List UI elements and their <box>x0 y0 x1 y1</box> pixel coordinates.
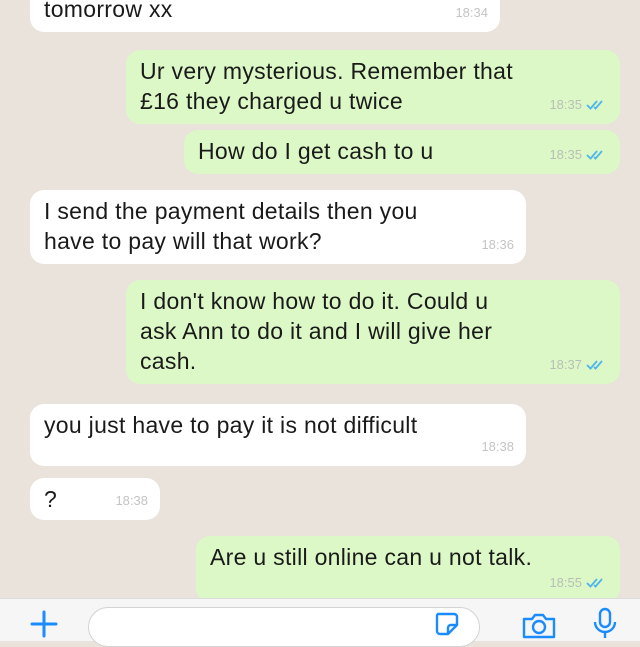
outgoing-message[interactable]: I don't know how to do it. Could u ask A… <box>126 280 620 384</box>
message-time: 18:38 <box>115 493 148 508</box>
message-time: 18:34 <box>455 5 488 20</box>
message-time: 18:35 <box>549 97 582 112</box>
incoming-message[interactable]: tomorrow xx 18:34 <box>30 0 500 32</box>
message-input-bar <box>0 598 640 647</box>
message-time: 18:36 <box>481 237 514 252</box>
double-check-icon <box>586 360 603 370</box>
plus-icon[interactable] <box>26 609 62 639</box>
chat-area: tomorrow xx 18:34 Ur very mysterious. Re… <box>0 0 640 598</box>
message-meta: 18:35 <box>549 140 608 170</box>
double-check-icon <box>586 150 603 160</box>
outgoing-message[interactable]: Ur very mysterious. Remember that £16 th… <box>126 50 620 124</box>
message-meta: 18:37 <box>549 350 608 380</box>
message-text: tomorrow xx <box>44 0 173 22</box>
message-text: I don't know how to do it. Could u ask A… <box>140 288 493 374</box>
message-text: Ur very mysterious. Remember that £16 th… <box>140 58 513 114</box>
message-meta: 18:34 <box>455 0 488 28</box>
message-meta: 18:35 <box>549 90 608 120</box>
double-check-icon <box>586 578 603 588</box>
outgoing-message[interactable]: How do I get cash to u 18:35 <box>184 130 620 174</box>
double-check-icon <box>586 100 603 110</box>
sticker-icon[interactable] <box>432 609 462 639</box>
message-time: 18:55 <box>549 575 582 590</box>
message-text: Are u still online can u not talk. <box>210 544 533 570</box>
message-text: I send the payment details then you have… <box>44 198 418 254</box>
incoming-message[interactable]: I send the payment details then you have… <box>30 190 526 264</box>
camera-icon[interactable] <box>520 611 558 639</box>
incoming-message[interactable]: ? 18:38 <box>30 478 160 520</box>
message-meta: 18:55 <box>549 568 608 598</box>
message-input[interactable] <box>88 607 480 647</box>
message-text: How do I get cash to u <box>198 138 434 164</box>
incoming-message[interactable]: you just have to pay it is not difficult… <box>30 404 526 466</box>
message-meta: 18:36 <box>481 230 514 260</box>
message-time: 18:38 <box>481 439 514 454</box>
message-time: 18:35 <box>549 147 582 162</box>
message-text: you just have to pay it is not difficult <box>44 412 418 438</box>
message-time: 18:37 <box>549 357 582 372</box>
message-meta: 18:38 <box>481 432 514 462</box>
message-meta: 18:38 <box>115 486 148 516</box>
microphone-icon[interactable] <box>592 607 618 639</box>
outgoing-message[interactable]: Are u still online can u not talk. 18:55 <box>196 536 620 598</box>
